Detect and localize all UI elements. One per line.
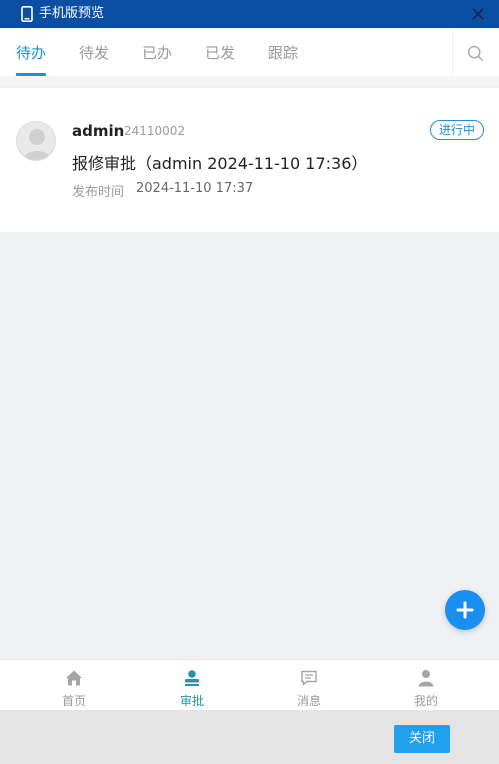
tab-done[interactable]: 已办 [142,28,172,76]
nav-label: 我的 [413,694,438,708]
nav-label: 首页 [61,694,86,708]
tab-divider [452,28,453,76]
close-button[interactable]: 关闭 [394,725,450,753]
mobile-preview-window: 手机版预览 待办 待发 已办 已发 跟踪 admin 24110002 进行中 … [0,0,499,764]
tab-tracking[interactable]: 跟踪 [268,28,298,76]
dialog-footer: 关闭 [0,710,499,764]
tab-label: 待发 [79,44,110,62]
item-title: 报修审批（admin 2024-11-10 17:36） [72,154,368,173]
avatar-placeholder-icon [23,129,51,160]
approval-icon [185,670,199,686]
tab-todo[interactable]: 待办 [16,28,47,76]
status-badge: 进行中 [430,120,484,140]
nav-label: 消息 [296,694,321,708]
item-user-id: 24110002 [124,124,186,138]
tab-label: 已办 [142,44,173,62]
list-item[interactable]: admin 24110002 进行中 报修审批（admin 2024-11-10… [0,88,499,232]
nav-item-home[interactable]: 首页 [15,660,133,711]
bottom-nav: 首页 审批 消息 我的 [0,659,499,710]
message-icon [301,670,317,687]
nav-label: 审批 [179,694,204,708]
phone-icon [21,6,33,22]
tab-separator [0,76,499,86]
add-button[interactable] [445,590,485,630]
nav-item-approval[interactable]: 审批 [133,660,251,711]
plus-icon [456,601,474,619]
home-icon [66,670,82,686]
tab-pending-send[interactable]: 待发 [79,28,109,76]
nav-item-mine[interactable]: 我的 [367,660,485,711]
tab-bar: 待办 待发 已办 已发 跟踪 [0,28,499,76]
window-title: 手机版预览 [39,6,105,21]
avatar [16,121,56,161]
publish-time-label: 发布时间 [72,185,125,200]
tab-label: 已发 [205,44,236,62]
tab-label: 跟踪 [268,44,299,62]
item-username: admin [72,122,125,140]
tab-label: 待办 [16,44,47,62]
close-icon[interactable] [470,6,486,22]
nav-item-messages[interactable]: 消息 [250,660,368,711]
user-icon [418,670,434,687]
publish-time-value: 2024-11-10 17:37 [136,181,254,196]
search-icon[interactable] [467,45,484,62]
title-bar: 手机版预览 [0,0,499,28]
tab-sent[interactable]: 已发 [205,28,235,76]
